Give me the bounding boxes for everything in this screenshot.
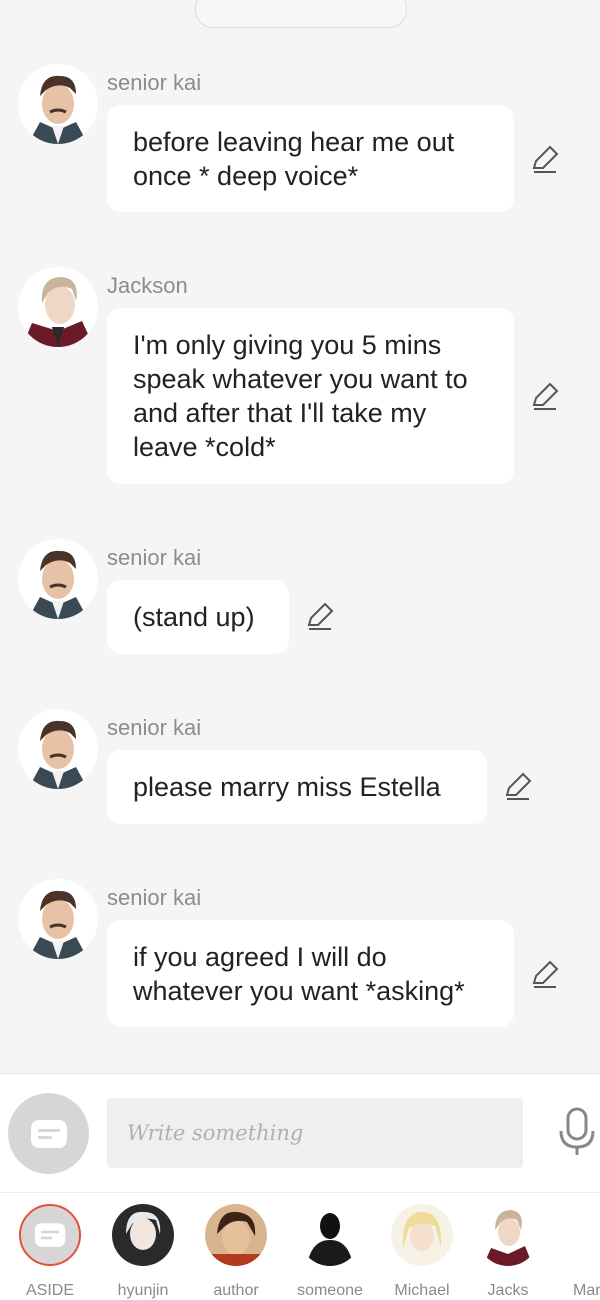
message-input[interactable] xyxy=(107,1098,523,1168)
edit-icon[interactable] xyxy=(530,381,560,411)
chat-screen: senior kai before leaving hear me out on… xyxy=(0,0,600,1300)
character-jackson[interactable]: Jacks xyxy=(463,1204,553,1300)
sender-name: Jackson xyxy=(107,273,188,298)
chat-bubble-icon xyxy=(34,1223,66,1247)
message-bubble[interactable]: before leaving hear me out once * deep v… xyxy=(107,105,514,212)
character-michael[interactable]: Michael xyxy=(377,1204,467,1300)
avatar-senior-kai[interactable] xyxy=(18,879,98,959)
character-name: someone xyxy=(297,1282,363,1299)
avatar xyxy=(391,1204,453,1266)
edit-icon[interactable] xyxy=(503,771,533,801)
aside-character-icon xyxy=(19,1204,81,1266)
load-more-pill[interactable] xyxy=(195,0,407,28)
avatar xyxy=(562,1204,600,1266)
message-input-box[interactable] xyxy=(107,1098,523,1168)
sender-name: senior kai xyxy=(107,545,202,570)
character-name: Mana xyxy=(572,1282,600,1299)
character-name: hyunjin xyxy=(117,1282,169,1299)
avatar-senior-kai[interactable] xyxy=(18,709,98,789)
avatar xyxy=(477,1204,539,1266)
sender-name: senior kai xyxy=(107,715,202,740)
chat-bubble-icon xyxy=(30,1119,67,1148)
character-author[interactable]: author xyxy=(191,1204,281,1300)
avatar xyxy=(112,1204,174,1266)
aside-button[interactable] xyxy=(8,1093,89,1174)
character-someone[interactable]: someone xyxy=(285,1204,375,1300)
character-name: Michael xyxy=(394,1282,450,1299)
sender-name: senior kai xyxy=(107,70,202,95)
message-bubble[interactable]: please marry miss Estella xyxy=(107,750,487,824)
message-bubble[interactable]: I'm only giving you 5 mins speak whateve… xyxy=(107,308,514,484)
edit-icon[interactable] xyxy=(530,144,560,174)
message-bubble[interactable]: (stand up) xyxy=(107,580,289,654)
edit-icon[interactable] xyxy=(530,959,560,989)
avatar xyxy=(299,1204,361,1266)
character-bar: ASIDE hyunjin author someone Michael Jac… xyxy=(0,1192,600,1300)
microphone-icon[interactable] xyxy=(555,1107,599,1157)
character-name: author xyxy=(213,1282,259,1299)
avatar-jackson[interactable] xyxy=(18,267,98,347)
character-hyunjin[interactable]: hyunjin xyxy=(98,1204,188,1300)
avatar xyxy=(205,1204,267,1266)
character-mana[interactable]: Mana xyxy=(548,1204,600,1300)
avatar-senior-kai[interactable] xyxy=(18,539,98,619)
sender-name: senior kai xyxy=(107,885,202,910)
character-aside[interactable]: ASIDE xyxy=(5,1204,95,1300)
bottom-panel: ASIDE hyunjin xyxy=(0,1073,600,1300)
message-bubble[interactable]: if you agreed I will do whatever you wan… xyxy=(107,920,514,1027)
edit-icon[interactable] xyxy=(305,601,335,631)
character-name: ASIDE xyxy=(25,1282,74,1299)
avatar-senior-kai[interactable] xyxy=(18,64,98,144)
character-name: Jacks xyxy=(487,1282,529,1299)
